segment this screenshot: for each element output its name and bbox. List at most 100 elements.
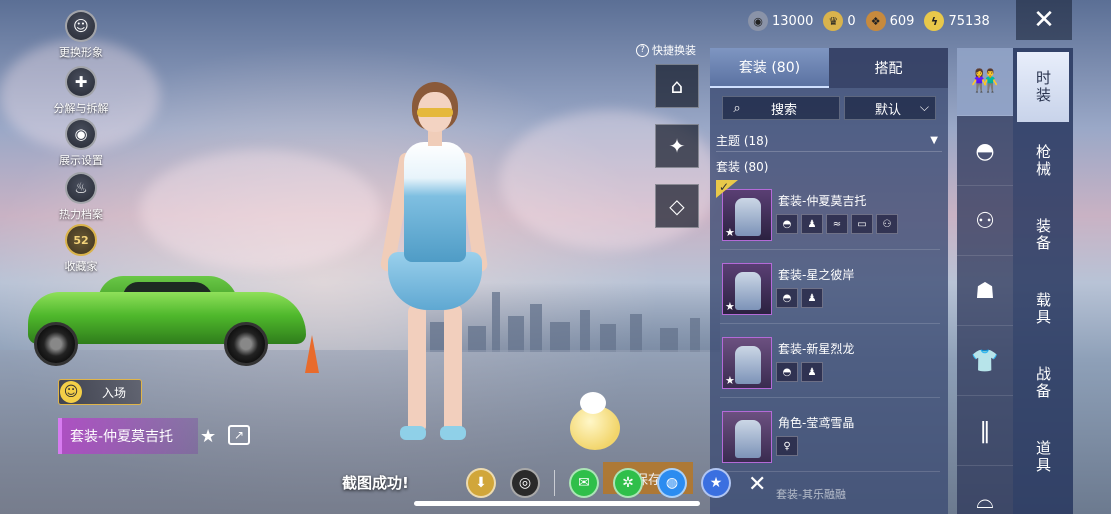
sports-car bbox=[28, 270, 308, 366]
flame-icon: ♨ bbox=[65, 172, 97, 204]
currency-silver: ◉ 13000 bbox=[748, 11, 813, 31]
list-item[interactable]: ★ 套装-新星烈龙 ◓ ♟ bbox=[720, 332, 940, 398]
pet-chick[interactable] bbox=[566, 392, 622, 454]
suit-thumbnail: ★ bbox=[722, 189, 772, 241]
category-glasses[interactable]: ⚇ bbox=[957, 188, 1013, 256]
lightning-coin-icon: ϟ bbox=[924, 11, 945, 31]
sub-items: ◓ ♟ bbox=[776, 288, 823, 308]
puzzle-icon: ✚ bbox=[65, 66, 97, 98]
currency-bp: ❖ 609 bbox=[865, 11, 914, 31]
peek-list-item: 套装-其乐融融 bbox=[776, 488, 846, 501]
triangle-down-icon: ▼ bbox=[930, 135, 938, 146]
help-icon: ? bbox=[636, 43, 649, 57]
panel-tabs: 套装 (80) 搭配 bbox=[710, 48, 948, 88]
theme-filter[interactable]: 主题 (18) ▼ bbox=[716, 130, 942, 152]
heat-archive-button[interactable]: ♨ 热力档案 bbox=[48, 172, 114, 222]
category-pants[interactable]: ‖ bbox=[957, 398, 1013, 466]
character-model[interactable] bbox=[370, 82, 500, 454]
category-column: 👫 ◓ ⚇ ☗ 👕 ‖ ⌓ bbox=[957, 48, 1013, 514]
close-icon[interactable]: ✕ bbox=[748, 472, 766, 497]
cloud bbox=[140, 150, 380, 270]
silver-coin-icon: ◉ bbox=[748, 11, 768, 31]
tab-suits[interactable]: 套装 (80) bbox=[710, 48, 829, 88]
sub-items: ♀ bbox=[776, 436, 798, 456]
outfit-preview-button[interactable]: ✦ bbox=[655, 124, 699, 168]
tab-items[interactable]: 道具 bbox=[1017, 422, 1069, 492]
category-hat[interactable]: ◓ bbox=[957, 118, 1013, 186]
sub-items: ◓ ♟ ≈ ▭ ⚇ bbox=[776, 214, 898, 234]
shoes-item-icon[interactable]: ≈ bbox=[826, 214, 848, 234]
top-item-icon[interactable]: ♟ bbox=[801, 214, 823, 234]
category-mask[interactable]: ☗ bbox=[957, 258, 1013, 326]
suit-thumbnail: ★ bbox=[722, 337, 772, 389]
tab-weapons[interactable]: 枪械 bbox=[1017, 126, 1069, 196]
entrance-button[interactable]: ☺ 入场 bbox=[58, 379, 142, 405]
mask-icon: ☗ bbox=[975, 279, 995, 304]
diamond-button[interactable]: ◇ bbox=[655, 184, 699, 228]
list-item[interactable]: ★ ✓ 套装-仲夏莫吉托 ◓ ♟ ≈ ▭ ⚇ bbox=[716, 180, 940, 250]
favorite-star-icon[interactable]: ★ bbox=[200, 426, 216, 447]
qzone-icon[interactable]: ★ bbox=[701, 468, 731, 498]
moments-icon[interactable]: ✲ bbox=[613, 468, 643, 498]
share-icon[interactable]: ↗ bbox=[228, 425, 250, 445]
category-shoes[interactable]: ⌓ bbox=[957, 468, 1013, 514]
character-thumbnail bbox=[722, 411, 772, 463]
currency-bar: ◉ 13000 ♛ 0 ❖ 609 ϟ 75138 bbox=[748, 8, 990, 34]
traffic-cone bbox=[305, 335, 319, 373]
divider bbox=[554, 470, 555, 496]
avatar-icon: ☺ bbox=[65, 10, 97, 42]
outfit-item-icon[interactable]: ♟ bbox=[801, 362, 823, 382]
chevron-down-icon: ⌵ bbox=[919, 100, 929, 114]
glasses-icon: ⚇ bbox=[975, 209, 995, 234]
hat-icon: ◓ bbox=[975, 139, 995, 164]
glasses-item-icon[interactable]: ⚇ bbox=[876, 214, 898, 234]
suits-section-heading: 套装 (80) bbox=[716, 160, 769, 174]
sub-items: ◓ ♟ bbox=[776, 362, 823, 382]
emote-face-icon: ☺ bbox=[60, 381, 82, 403]
bottoms-item-icon[interactable]: ▭ bbox=[851, 214, 873, 234]
pants-icon: ‖ bbox=[979, 419, 991, 444]
sort-dropdown[interactable]: 默认 ⌵ bbox=[844, 96, 936, 120]
app-icon[interactable]: ◎ bbox=[510, 468, 540, 498]
suit-thumbnail: ★ bbox=[722, 263, 772, 315]
hanger-icon: ⌂ bbox=[670, 74, 684, 98]
close-button[interactable]: ✕ bbox=[1016, 0, 1072, 40]
currency-gold: ♛ 0 bbox=[823, 11, 856, 31]
list-item[interactable]: 角色-莹鸢雪晶 ♀ bbox=[720, 406, 940, 472]
tab-equipment[interactable]: 装备 bbox=[1017, 200, 1069, 270]
outfit-panel: 套装 (80) 搭配 ⌕ 搜索 默认 ⌵ 主题 (18) ▼ 套装 (80) ★… bbox=[710, 48, 948, 514]
category-suit[interactable]: 👫 bbox=[957, 48, 1013, 116]
diamond-icon: ◇ bbox=[669, 194, 685, 218]
share-bar: ⬇ ◎ ✉ ✲ ◍ ★ bbox=[466, 468, 731, 498]
hat-item-icon[interactable]: ◓ bbox=[776, 362, 798, 382]
change-appearance-button[interactable]: ☺ 更换形象 bbox=[48, 10, 114, 60]
category-top[interactable]: 👕 bbox=[957, 328, 1013, 396]
star-icon: ★ bbox=[725, 226, 735, 239]
tab-battle-prep[interactable]: 战备 bbox=[1017, 348, 1069, 418]
hat-item-icon[interactable]: ◓ bbox=[776, 214, 798, 234]
qq-icon[interactable]: ◍ bbox=[657, 468, 687, 498]
list-item[interactable]: ★ 套装-星之彼岸 ◓ ♟ bbox=[720, 258, 940, 324]
suit-icon: 👫 bbox=[971, 69, 999, 94]
search-input[interactable]: ⌕ 搜索 bbox=[722, 96, 840, 120]
outfit-icon: ✦ bbox=[668, 134, 686, 158]
wardrobe-button[interactable]: ⌂ bbox=[655, 64, 699, 108]
current-suit-label: 套装-仲夏莫吉托 bbox=[58, 418, 198, 454]
download-icon[interactable]: ⬇ bbox=[466, 468, 496, 498]
wechat-icon[interactable]: ✉ bbox=[569, 468, 599, 498]
quick-change-label[interactable]: ? 快捷换装 bbox=[636, 42, 696, 58]
tab-fashion[interactable]: 时装 bbox=[1017, 52, 1069, 122]
close-icon: ✕ bbox=[1033, 5, 1055, 35]
decompose-button[interactable]: ✚ 分解与拆解 bbox=[48, 66, 114, 116]
display-settings-button[interactable]: ◉ 展示设置 bbox=[48, 118, 114, 168]
star-icon: ★ bbox=[725, 300, 735, 313]
character-item-icon[interactable]: ♀ bbox=[776, 436, 798, 456]
tab-vehicles[interactable]: 载具 bbox=[1017, 274, 1069, 344]
tab-match[interactable]: 搭配 bbox=[829, 48, 948, 88]
screenshot-success-toast: 截图成功! bbox=[342, 474, 409, 492]
hat-item-icon[interactable]: ◓ bbox=[776, 288, 798, 308]
outfit-item-icon[interactable]: ♟ bbox=[801, 288, 823, 308]
home-indicator[interactable] bbox=[414, 501, 700, 506]
side-tabs: 时装 枪械 装备 载具 战备 道具 bbox=[1013, 48, 1073, 514]
collector-button[interactable]: 52 收藏家 bbox=[48, 224, 114, 274]
